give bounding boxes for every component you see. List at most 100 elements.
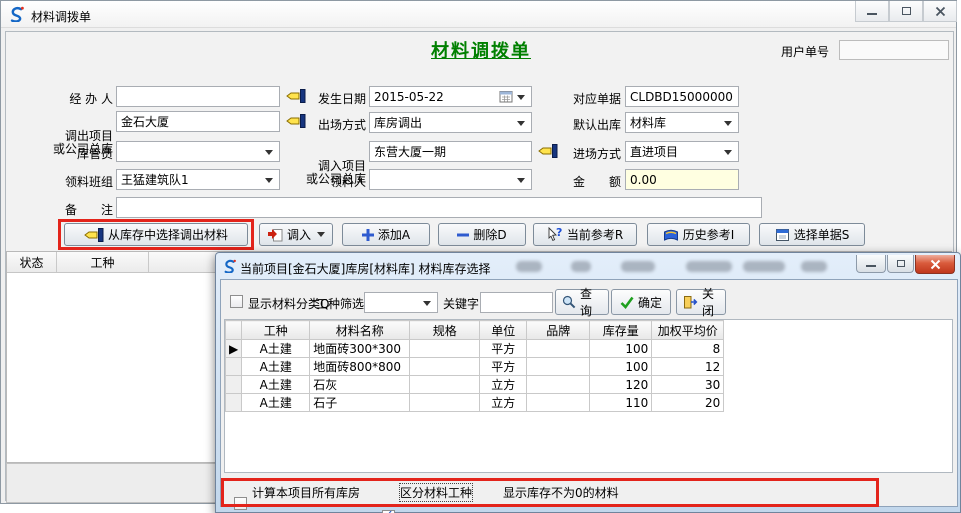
cell-brand[interactable]	[527, 394, 590, 412]
trade-filter-select[interactable]	[364, 292, 438, 313]
dropdown-arrow-icon	[265, 150, 273, 159]
cell-material[interactable]: 地面砖800*800	[310, 358, 410, 376]
cell-price[interactable]: 12	[652, 358, 724, 376]
close-button[interactable]	[923, 1, 957, 22]
cell-stock[interactable]: 110	[590, 394, 652, 412]
table-row[interactable]: A土建 地面砖800*800 平方 100 12	[226, 358, 724, 376]
keyword-label: 关键字	[443, 295, 479, 312]
column-header[interactable]: 库存量	[590, 321, 652, 340]
svg-text:?: ?	[556, 227, 562, 239]
cell-trade[interactable]: A土建	[242, 340, 310, 358]
column-header[interactable]: 规格	[410, 321, 480, 340]
close-dialog-button[interactable]: 关闭	[676, 289, 726, 315]
cell-spec[interactable]	[410, 358, 480, 376]
operator-input[interactable]	[116, 86, 280, 107]
cell-material[interactable]: 石灰	[310, 376, 410, 394]
user-no-input[interactable]	[839, 40, 949, 60]
delete-button[interactable]: 删除D	[438, 223, 526, 246]
table-row[interactable]: A土建 石灰 立方 120 30	[226, 376, 724, 394]
column-header[interactable]: 品牌	[527, 321, 590, 340]
cell-brand[interactable]	[527, 376, 590, 394]
cell-unit[interactable]: 平方	[480, 340, 527, 358]
add-button[interactable]: 添加A	[342, 223, 430, 246]
in-project-input[interactable]	[369, 141, 532, 162]
minimize-button[interactable]	[855, 1, 889, 22]
plus-icon	[362, 229, 374, 241]
search-icon	[562, 295, 576, 309]
transfer-in-button[interactable]: 调入	[259, 223, 333, 246]
date-value: 2015-05-22	[374, 90, 499, 104]
cell-price[interactable]: 30	[652, 376, 724, 394]
dialog-close-button[interactable]	[915, 255, 955, 274]
date-label: 发生日期	[306, 90, 366, 107]
app-logo-icon	[223, 259, 237, 273]
column-header-status[interactable]: 状态	[7, 252, 57, 272]
cell-price[interactable]: 8	[652, 340, 724, 358]
column-header[interactable]: 材料名称	[310, 321, 410, 340]
table-row[interactable]: ▶ A土建 地面砖300*300 平方 100 8	[226, 340, 724, 358]
cell-stock[interactable]: 100	[590, 340, 652, 358]
cell-brand[interactable]	[527, 340, 590, 358]
dialog-minimize-button[interactable]	[856, 255, 886, 273]
cell-stock[interactable]: 120	[590, 376, 652, 394]
cell-price[interactable]: 20	[652, 394, 724, 412]
column-header[interactable]: 工种	[242, 321, 310, 340]
search-button[interactable]: 查询	[555, 289, 609, 315]
date-picker[interactable]: 2015-05-22	[369, 86, 532, 107]
hand-picker-icon[interactable]	[286, 89, 306, 103]
keyword-input[interactable]	[480, 292, 553, 313]
glass-smudge	[516, 261, 542, 272]
cell-stock[interactable]: 100	[590, 358, 652, 376]
cell-material[interactable]: 石子	[310, 394, 410, 412]
cell-spec[interactable]	[410, 376, 480, 394]
doc-input[interactable]	[625, 86, 739, 107]
hand-picker-icon[interactable]	[538, 144, 558, 158]
cell-trade[interactable]: A土建	[242, 394, 310, 412]
show-category-checkbox[interactable]	[230, 295, 243, 308]
default-store-select[interactable]: 材料库	[625, 112, 739, 133]
table-row[interactable]: A土建 石子 立方 110 20	[226, 394, 724, 412]
cell-spec[interactable]	[410, 340, 480, 358]
maximize-icon	[897, 260, 905, 267]
keeper-select[interactable]	[116, 141, 280, 162]
cell-spec[interactable]	[410, 394, 480, 412]
column-header-trade[interactable]: 工种	[57, 252, 149, 272]
team-select[interactable]: 王猛建筑队1	[116, 169, 280, 190]
cell-unit[interactable]: 平方	[480, 358, 527, 376]
history-ref-button[interactable]: 历史参考I	[647, 223, 750, 246]
cell-unit[interactable]: 立方	[480, 394, 527, 412]
glass-smudge	[686, 261, 732, 272]
hand-picker-icon[interactable]	[286, 114, 306, 128]
main-titlebar: 材料调拨单	[1, 1, 956, 28]
table-header-row: 工种 材料名称 规格 单位 品牌 库存量 加权平均价	[226, 321, 724, 340]
picker-select[interactable]	[369, 169, 532, 190]
select-doc-button[interactable]: 选择单据S	[759, 223, 865, 246]
cell-trade[interactable]: A土建	[242, 358, 310, 376]
out-project-input[interactable]	[116, 111, 280, 132]
in-mode-select[interactable]: 直进项目	[625, 141, 739, 162]
out-mode-select[interactable]: 库房调出	[369, 112, 532, 133]
cell-trade[interactable]: A土建	[242, 376, 310, 394]
minimize-icon	[867, 13, 877, 15]
dropdown-arrow-icon	[423, 301, 431, 310]
current-ref-button[interactable]: ? 当前参考R	[533, 223, 637, 246]
exit-door-icon	[683, 295, 698, 309]
glass-smudge	[621, 261, 655, 272]
ok-button[interactable]: 确定	[611, 289, 671, 315]
column-header[interactable]: 单位	[480, 321, 527, 340]
date-dropdown-arrow-icon	[517, 95, 525, 104]
amount-input[interactable]	[625, 169, 739, 190]
dropdown-arrow-icon	[724, 150, 732, 159]
glass-smudge	[743, 261, 785, 272]
maximize-button[interactable]	[889, 1, 923, 22]
maximize-icon	[902, 7, 911, 15]
column-header[interactable]: 加权平均价	[652, 321, 724, 340]
cell-material[interactable]: 地面砖300*300	[310, 340, 410, 358]
notepad-icon	[775, 227, 790, 242]
paste-arrow-icon	[267, 228, 283, 242]
dialog-title: 当前项目[金石大厦]库房[材料库] 材料库存选择	[240, 260, 491, 277]
remark-input[interactable]	[116, 197, 762, 218]
dialog-maximize-button[interactable]	[887, 255, 914, 273]
cell-unit[interactable]: 立方	[480, 376, 527, 394]
cell-brand[interactable]	[527, 358, 590, 376]
